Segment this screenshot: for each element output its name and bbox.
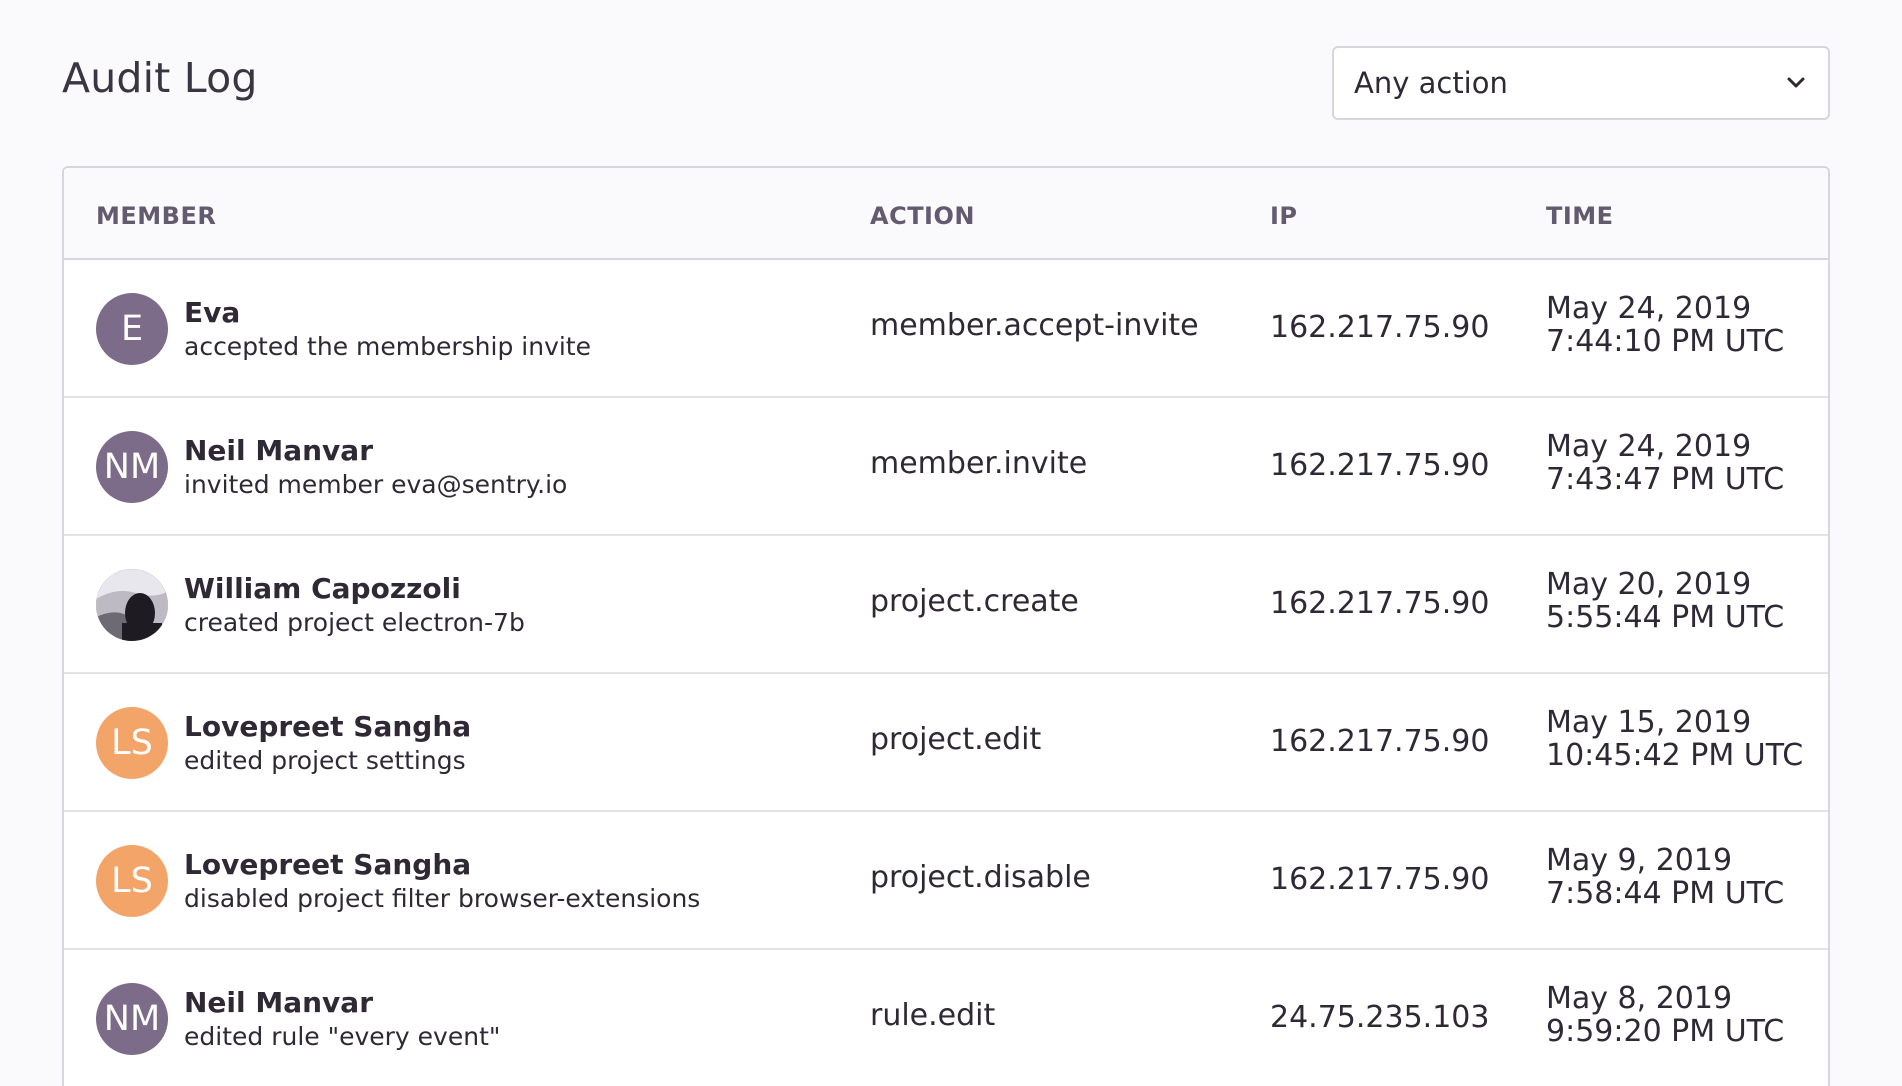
time-cell: May 8, 2019 9:59:20 PM UTC [1546, 982, 1784, 1048]
member-note: created project electron-7b [184, 608, 525, 637]
member-name: Lovepreet Sangha [184, 710, 472, 743]
chevron-down-icon [1784, 71, 1808, 95]
ip-cell: 162.217.75.90 [1270, 448, 1490, 483]
avatar: E [96, 293, 168, 365]
ip-cell: 24.75.235.103 [1270, 1000, 1490, 1035]
table-row: LS Lovepreet Sangha edited project setting… [64, 674, 1828, 812]
column-header-ip: IP [1270, 202, 1298, 230]
avatar-initials: LS [111, 861, 153, 901]
member-note: invited member eva@sentry.io [184, 470, 568, 499]
member-name: Lovepreet Sangha [184, 848, 472, 881]
action-filter-value: Any action [1354, 66, 1508, 100]
member-cell: Neil Manvar invited member eva@sentry.io [184, 434, 567, 502]
member-cell: Lovepreet Sangha disabled project filter … [184, 848, 700, 916]
table-row: E Eva accepted the membership invite member… [64, 260, 1828, 398]
ip-cell: 162.217.75.90 [1270, 862, 1490, 897]
member-note: edited rule "every event" [184, 1022, 501, 1051]
action-filter-select[interactable]: Any action [1332, 46, 1830, 120]
time-clock: 7:58:44 PM UTC [1546, 876, 1785, 911]
audit-log-page: Audit Log Any action MEMBER ACTION IP TI… [0, 0, 1902, 1086]
table-header: MEMBER ACTION IP TIME [64, 168, 1828, 260]
avatar: NM [96, 983, 168, 1055]
column-header-action: ACTION [870, 202, 975, 230]
avatar: LS [96, 845, 168, 917]
time-clock: 7:44:10 PM UTC [1546, 324, 1785, 359]
member-cell: Lovepreet Sangha edited project settings [184, 710, 471, 778]
member-note: accepted the membership invite [184, 332, 591, 361]
action-cell: project.create [870, 584, 1079, 619]
column-header-time: TIME [1546, 202, 1614, 230]
time-clock: 9:59:20 PM UTC [1546, 1014, 1785, 1049]
avatar: LS [96, 707, 168, 779]
time-cell: May 20, 2019 5:55:44 PM UTC [1546, 568, 1784, 634]
avatar [96, 569, 168, 641]
time-date: May 20, 2019 [1546, 567, 1752, 602]
member-name: Neil Manvar [184, 986, 374, 1019]
time-date: May 24, 2019 [1546, 429, 1752, 464]
page-title: Audit Log [62, 54, 258, 102]
time-date: May 15, 2019 [1546, 705, 1752, 740]
avatar-initials: E [120, 309, 144, 349]
avatar-initials: LS [111, 723, 153, 763]
audit-log-table: MEMBER ACTION IP TIME E Eva accepted the m… [62, 166, 1830, 1086]
column-header-member: MEMBER [96, 202, 217, 230]
member-cell: Neil Manvar edited rule "every event" [184, 986, 500, 1054]
time-date: May 8, 2019 [1546, 981, 1733, 1016]
action-cell: member.invite [870, 446, 1088, 481]
time-date: May 24, 2019 [1546, 291, 1752, 326]
ip-cell: 162.217.75.90 [1270, 586, 1490, 621]
action-cell: member.accept-invite [870, 308, 1199, 343]
member-cell: Eva accepted the membership invite [184, 296, 591, 364]
table-row: William Capozzoli created project electro… [64, 536, 1828, 674]
time-clock: 5:55:44 PM UTC [1546, 600, 1785, 635]
table-row: NM Neil Manvar edited rule "every event" ru… [64, 950, 1828, 1086]
time-clock: 7:43:47 PM UTC [1546, 462, 1785, 497]
table-row: LS Lovepreet Sangha disabled project filte… [64, 812, 1828, 950]
member-note: edited project settings [184, 746, 466, 775]
member-name: Eva [184, 296, 241, 329]
ip-cell: 162.217.75.90 [1270, 310, 1490, 345]
avatar-initials: NM [103, 999, 161, 1039]
member-name: William Capozzoli [184, 572, 461, 605]
action-cell: rule.edit [870, 998, 996, 1033]
table-body: E Eva accepted the membership invite member… [64, 260, 1828, 1086]
table-row: NM Neil Manvar invited member eva@sentry.i… [64, 398, 1828, 536]
time-clock: 10:45:42 PM UTC [1546, 738, 1804, 773]
member-note: disabled project filter browser-extensio… [184, 884, 701, 913]
time-date: May 9, 2019 [1546, 843, 1733, 878]
ip-cell: 162.217.75.90 [1270, 724, 1490, 759]
avatar: NM [96, 431, 168, 503]
action-cell: project.disable [870, 860, 1091, 895]
time-cell: May 9, 2019 7:58:44 PM UTC [1546, 844, 1784, 910]
avatar-initials: NM [103, 447, 161, 487]
member-cell: William Capozzoli created project electro… [184, 572, 525, 640]
time-cell: May 24, 2019 7:44:10 PM UTC [1546, 292, 1784, 358]
time-cell: May 15, 2019 10:45:42 PM UTC [1546, 706, 1803, 772]
action-cell: project.edit [870, 722, 1042, 757]
time-cell: May 24, 2019 7:43:47 PM UTC [1546, 430, 1784, 496]
member-name: Neil Manvar [184, 434, 374, 467]
